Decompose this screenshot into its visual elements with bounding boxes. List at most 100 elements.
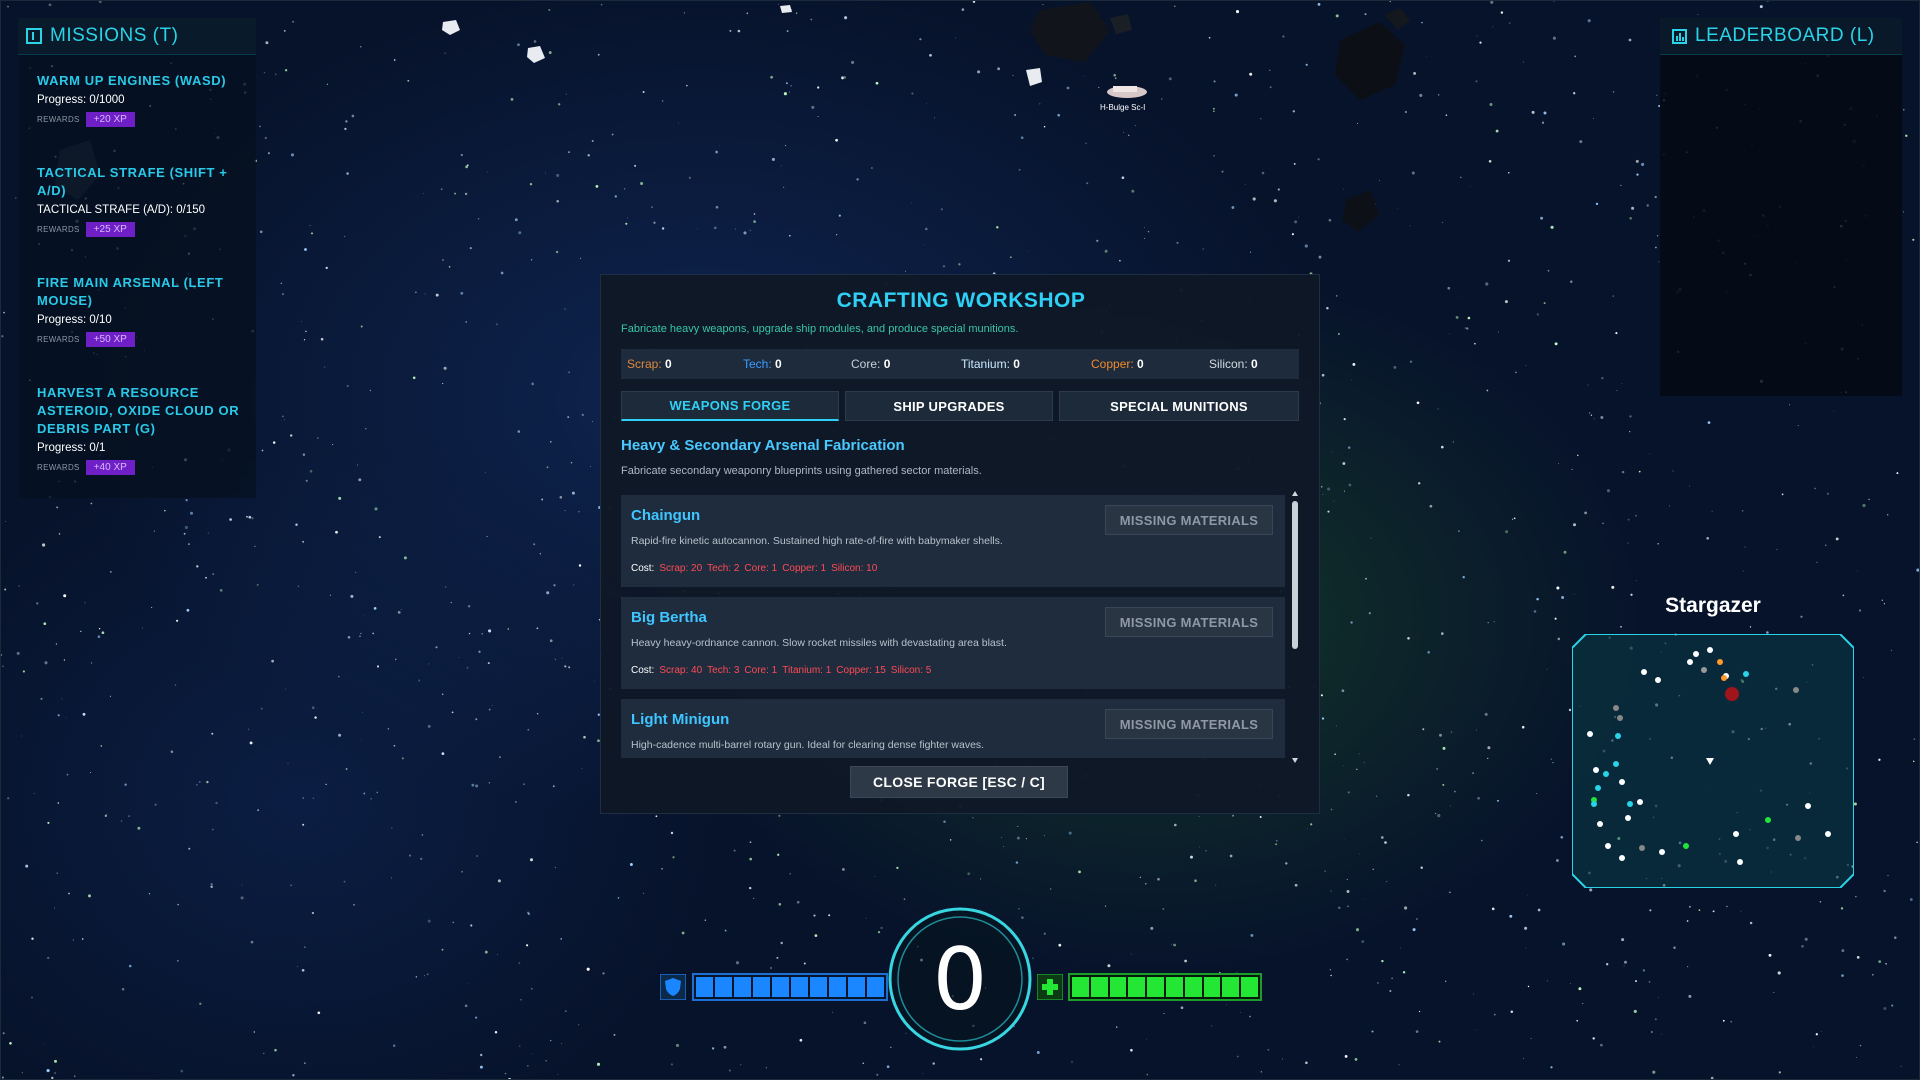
scroll-down-icon[interactable] xyxy=(1292,758,1298,763)
minimap-blip xyxy=(1637,799,1643,805)
minimap-blip xyxy=(1597,821,1603,827)
mission-progress: Progress: 0/1 xyxy=(37,442,106,454)
ship-label: H-Bulge Sc-I xyxy=(1100,103,1145,112)
mission-item: TACTICAL STRAFE (SHIFT + A/D) TACTICAL S… xyxy=(37,164,257,237)
mission-progress: Progress: 0/1000 xyxy=(37,94,125,106)
asteroid-chunk xyxy=(527,46,545,63)
minimap-blip xyxy=(1587,731,1593,737)
shield-bar xyxy=(692,973,888,1001)
scroll-thumb[interactable] xyxy=(1292,501,1298,649)
mission-item: HARVEST A RESOURCE ASTEROID, OXIDE CLOUD… xyxy=(37,384,257,475)
minimap-title: Stargazer xyxy=(1665,594,1761,617)
minimap-blip xyxy=(1793,687,1799,693)
resource-titanium: Titanium: 0 xyxy=(961,357,1020,371)
resource-core: Core: 0 xyxy=(851,357,891,371)
missing-materials-button[interactable]: MISSING MATERIALS xyxy=(1105,505,1273,535)
section-title: Heavy & Secondary Arsenal Fabrication xyxy=(621,437,905,454)
blueprint-cost: Cost: Scrap: 40 Tech: 3 Core: 1 Titanium: 1C… xyxy=(631,665,932,676)
rewards-label: REWARDS xyxy=(37,115,80,124)
blueprint-name: Chaingun xyxy=(631,507,701,524)
mission-progress: Progress: 0/10 xyxy=(37,314,112,326)
mission-item: WARM UP ENGINES (WASD) Progress: 0/1000 … xyxy=(37,72,257,127)
resource-copper: Copper: 0 xyxy=(1091,357,1144,371)
missions-icon xyxy=(26,28,42,44)
blueprint-description: High-cadence multi-barrel rotary gun. Id… xyxy=(631,739,985,751)
blueprint-item: Light Minigun High-cadence multi-barrel … xyxy=(621,699,1285,758)
scroll-up-icon[interactable] xyxy=(1292,491,1298,496)
minimap-blip xyxy=(1603,771,1609,777)
minimap-blip xyxy=(1613,705,1619,711)
enemy-marker xyxy=(1725,687,1739,701)
blueprint-name: Big Bertha xyxy=(631,609,707,626)
minimap-blip xyxy=(1733,831,1739,837)
close-forge-button[interactable]: CLOSE FORGE [ESC / C] xyxy=(850,766,1068,798)
tab-weapons-forge[interactable]: WEAPONS FORGE xyxy=(621,391,839,421)
mission-title: TACTICAL STRAFE (SHIFT + A/D) xyxy=(37,165,228,198)
rewards-label: REWARDS xyxy=(37,335,80,344)
asteroid-rock xyxy=(1110,14,1132,34)
minimap-blip xyxy=(1693,651,1699,657)
asteroid-chunk xyxy=(442,20,460,35)
minimap-blip xyxy=(1591,801,1597,807)
minimap-blip xyxy=(1593,767,1599,773)
missing-materials-button[interactable]: MISSING MATERIALS xyxy=(1105,709,1273,739)
blueprint-cost: Cost: Scrap: 20 Tech: 2 Core: 1 Copper: 1 Sil… xyxy=(631,563,878,574)
blueprint-item: Big Bertha Heavy heavy-ordnance cannon. … xyxy=(621,597,1285,689)
crafting-tabs: WEAPONS FORGE SHIP UPGRADES SPECIAL MUNI… xyxy=(621,391,1299,421)
tab-ship-upgrades[interactable]: SHIP UPGRADES xyxy=(845,391,1053,421)
minimap-blip xyxy=(1627,801,1633,807)
minimap-blip xyxy=(1605,843,1611,849)
blueprint-name: Light Minigun xyxy=(631,711,730,728)
mission-item: FIRE MAIN ARSENAL (LEFT MOUSE) Progress:… xyxy=(37,274,257,347)
mission-progress: TACTICAL STRAFE (A/D): 0/150 xyxy=(37,204,206,216)
minimap-blip xyxy=(1639,845,1645,851)
rewards-label: REWARDS xyxy=(37,225,80,234)
xp-badge: +50 XP xyxy=(85,332,135,347)
minimap-blip xyxy=(1721,675,1727,681)
health-cross-icon xyxy=(1037,974,1063,1000)
shield-icon xyxy=(660,974,686,1000)
asteroid-rock xyxy=(1030,2,1110,62)
resource-tech: Tech: 0 xyxy=(743,357,782,371)
resource-scrap: Scrap: 0 xyxy=(627,357,672,371)
asteroid-chunk xyxy=(1026,68,1042,86)
minimap-blip xyxy=(1617,715,1623,721)
asteroid-rock xyxy=(1385,8,1410,30)
list-scrollbar[interactable] xyxy=(1291,491,1299,763)
mission-rewards: REWARDS +50 XP xyxy=(37,332,257,347)
minimap-blip xyxy=(1625,815,1631,821)
modal-title: CRAFTING WORKSHOP xyxy=(836,289,1086,312)
minimap-blip xyxy=(1825,831,1831,837)
asteroid-rock xyxy=(1342,190,1380,232)
leaderboard-header[interactable]: LEADERBOARD (L) xyxy=(1660,18,1902,55)
missions-title: MISSIONS (T) xyxy=(50,25,179,46)
mission-title: WARM UP ENGINES (WASD) xyxy=(37,73,227,88)
modal-subtitle: Fabricate heavy weapons, upgrade ship mo… xyxy=(621,323,1019,335)
leaderboard-panel: LEADERBOARD (L) xyxy=(1660,18,1902,396)
minimap-blip xyxy=(1641,669,1647,675)
resource-silicon: Silicon: 0 xyxy=(1209,357,1258,371)
tab-special-munitions[interactable]: SPECIAL MUNITIONS xyxy=(1059,391,1299,421)
minimap-blip xyxy=(1737,859,1743,865)
minimap-blip xyxy=(1795,835,1801,841)
section-description: Fabricate secondary weaponry blueprints … xyxy=(621,465,982,477)
rewards-label: REWARDS xyxy=(37,463,80,472)
mission-rewards: REWARDS +20 XP xyxy=(37,112,257,127)
missions-header[interactable]: MISSIONS (T) xyxy=(18,18,256,55)
minimap-blip xyxy=(1707,647,1713,653)
resource-bar: Scrap: 0 Tech: 0 Core: 0 Titanium: 0 Cop… xyxy=(621,349,1299,379)
xp-badge: +20 XP xyxy=(85,112,135,127)
blueprint-list[interactable]: Chaingun Rapid-fire kinetic autocannon. … xyxy=(621,495,1285,758)
minimap-blip xyxy=(1683,843,1689,849)
minimap[interactable] xyxy=(1572,634,1854,888)
mission-rewards: REWARDS +40 XP xyxy=(37,460,257,475)
missing-materials-button[interactable]: MISSING MATERIALS xyxy=(1105,607,1273,637)
minimap-blip xyxy=(1687,659,1693,665)
minimap-blip xyxy=(1619,855,1625,861)
xp-badge: +25 XP xyxy=(85,222,135,237)
minimap-blip xyxy=(1805,803,1811,809)
leaderboard-title: LEADERBOARD (L) xyxy=(1695,25,1875,46)
minimap-blip xyxy=(1615,733,1621,739)
minimap-blip xyxy=(1659,849,1665,855)
speed-readout: 0 xyxy=(932,930,988,1030)
